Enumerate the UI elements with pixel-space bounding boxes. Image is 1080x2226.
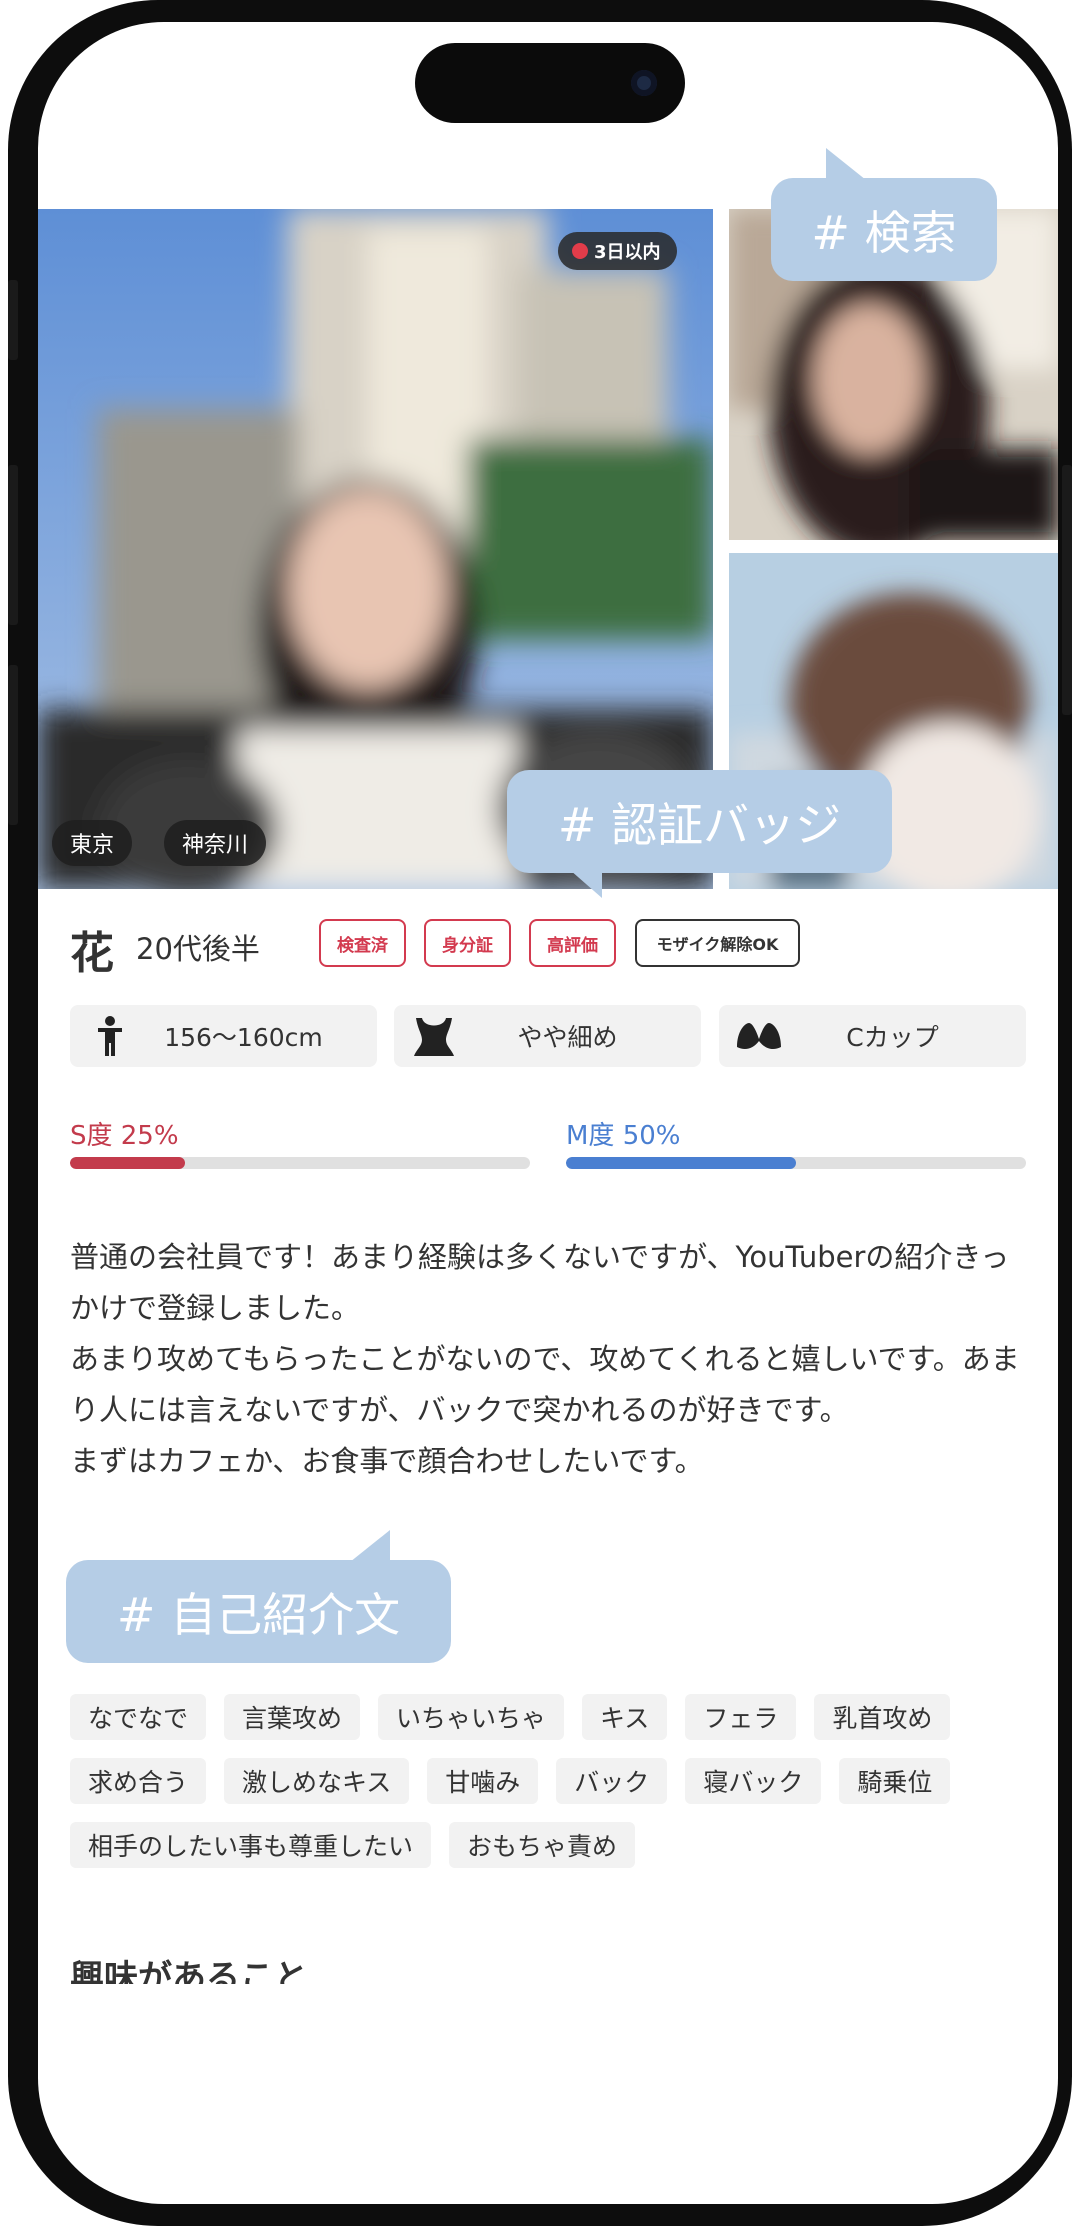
tag-list: なでなで 言葉攻め いちゃいちゃ キス フェラ 乳首攻め求め合う 激しめなキス 甘噛み バック寝… xyxy=(70,1694,1040,1868)
interest-tag: 寝バック xyxy=(685,1758,822,1804)
power-button xyxy=(1062,465,1072,715)
height-value: 156〜160cm xyxy=(164,1023,323,1052)
interest-tag: いちゃいちゃ xyxy=(378,1694,565,1740)
interest-tag: キス xyxy=(582,1694,668,1740)
mosaic-ok-badge: モザイク解除OK xyxy=(635,919,800,967)
callout-tail xyxy=(350,1530,390,1562)
recent-login-text: 3日以内 xyxy=(594,242,661,263)
interest-tag: 求め合う xyxy=(70,1758,207,1804)
interest-tag: フェラ xyxy=(685,1694,797,1740)
interest-tag: 言葉攻め xyxy=(224,1694,361,1740)
bra-icon xyxy=(729,1005,789,1067)
badge-callout: # 認証バッジ xyxy=(507,770,892,873)
volume-down-button xyxy=(8,665,18,825)
location-chip: 神奈川 xyxy=(164,820,267,866)
body-attribute: やや細め xyxy=(394,1005,701,1067)
interest-tag: おもちゃ責め xyxy=(449,1822,636,1868)
m-degree-label: M度 50% xyxy=(566,1121,681,1151)
intro-callout: # 自己紹介文 xyxy=(66,1560,451,1663)
height-attribute: 156〜160cm xyxy=(70,1005,377,1067)
interests-heading: 興味があること xyxy=(70,1958,308,1984)
online-dot-icon xyxy=(572,243,588,259)
camera-icon xyxy=(631,70,657,96)
verified-test-badge: 検査済 xyxy=(319,919,406,967)
bio-paragraph: 普通の会社員です！あまり経験は多くないですが、YouTuberの紹介きっかけで登… xyxy=(70,1240,1010,1325)
action-button xyxy=(8,280,18,360)
cup-value: Cカップ xyxy=(846,1023,939,1052)
callout-tail xyxy=(570,870,602,898)
s-degree-bar xyxy=(70,1157,530,1169)
self-introduction: 普通の会社員です！あまり経験は多くないですが、YouTuberの紹介きっかけで登… xyxy=(70,1232,1030,1487)
bio-paragraph: あまり攻めてもらったことがないので、攻めてくれると嬉しいです。あまり人には言えな… xyxy=(70,1342,1020,1427)
volume-up-button xyxy=(8,465,18,625)
m-degree-fill xyxy=(566,1157,796,1169)
bio-paragraph: まずはカフェか、お食事で顔合わせしたいです。 xyxy=(70,1444,704,1478)
interest-tag: 乳首攻め xyxy=(814,1694,951,1740)
interest-tag: 相手のしたい事も尊重したい xyxy=(70,1822,432,1868)
m-degree-bar xyxy=(566,1157,1026,1169)
recent-login-badge: 3日以内 xyxy=(558,232,677,270)
screen: 3日以内 東京 神奈川 花 20代後半 検査済 身分証 高評価 モザイク解除OK… xyxy=(38,22,1058,2204)
interest-tag: 騎乗位 xyxy=(839,1758,951,1804)
cup-attribute: Cカップ xyxy=(719,1005,1026,1067)
profile-age: 20代後半 xyxy=(136,932,260,966)
body-shape-icon xyxy=(404,1005,464,1067)
high-rating-badge: 高評価 xyxy=(529,919,616,967)
profile-name: 花 xyxy=(70,928,114,979)
s-degree-fill xyxy=(70,1157,185,1169)
callout-tail xyxy=(826,148,866,180)
dynamic-island xyxy=(415,43,685,123)
s-degree-label: S度 25% xyxy=(70,1121,179,1151)
interest-tag: 甘噛み xyxy=(427,1758,539,1804)
person-icon xyxy=(80,1005,140,1067)
location-chip: 東京 xyxy=(52,820,133,866)
phone-frame: 3日以内 東京 神奈川 花 20代後半 検査済 身分証 高評価 モザイク解除OK… xyxy=(8,0,1072,2226)
body-value: やや細め xyxy=(517,1023,618,1052)
interest-tag: 激しめなキス xyxy=(224,1758,410,1804)
interest-tag: なでなで xyxy=(70,1694,207,1740)
search-callout: # 検索 xyxy=(771,178,997,281)
id-verified-badge: 身分証 xyxy=(424,919,511,967)
interest-tag: バック xyxy=(556,1758,668,1804)
